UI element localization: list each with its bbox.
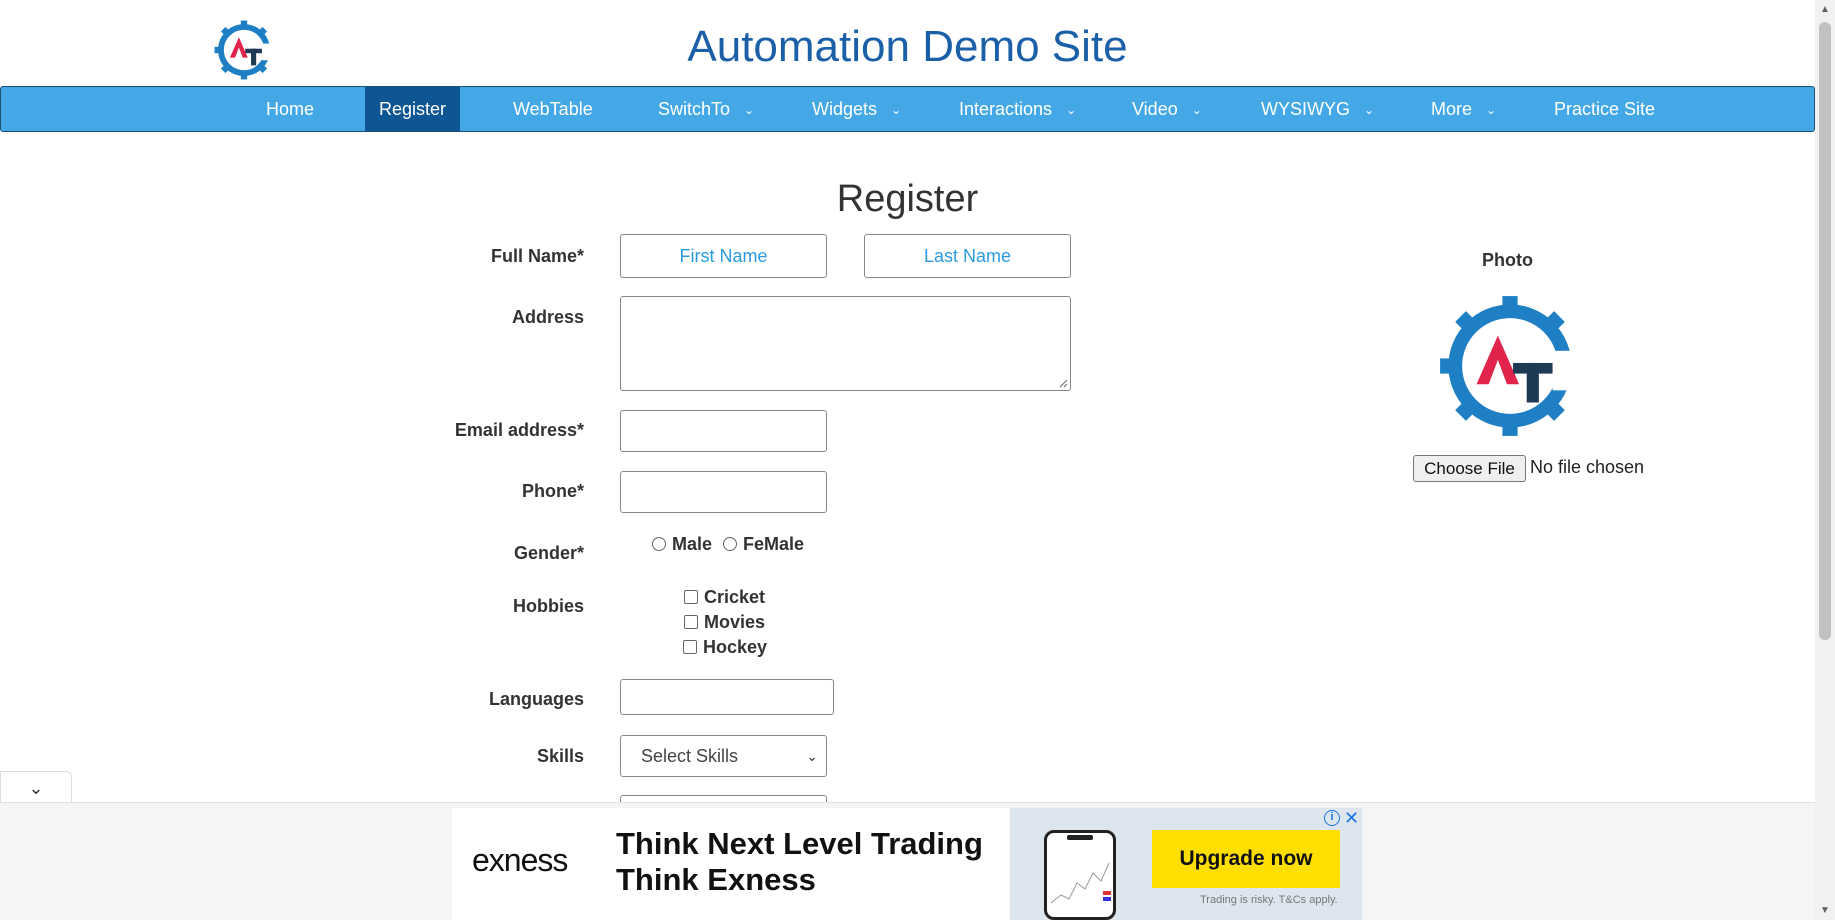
page-title: Register — [836, 178, 979, 220]
nav-wysiwyg-label: WYSIWYG — [1261, 99, 1350, 119]
nav-practice-site-label: Practice Site — [1554, 99, 1656, 119]
movies-checkbox[interactable] — [684, 615, 698, 629]
site-title: Automation Demo Site — [687, 22, 1128, 71]
nav-interactions[interactable]: Interactions ⌄ — [959, 87, 1076, 131]
scroll-up-icon[interactable]: ▲ — [1820, 4, 1830, 15]
email-label: Email address* — [454, 420, 584, 440]
chevron-down-icon: ⌄ — [1066, 103, 1077, 117]
ad-disclaimer: Trading is risky. T&Cs apply. — [1200, 894, 1338, 906]
chart-thumbnail-icon — [1050, 835, 1111, 904]
nav-wysiwyg[interactable]: WYSIWYG ⌄ — [1261, 87, 1374, 131]
vertical-scrollbar[interactable]: ▲ ▼ — [1815, 0, 1835, 920]
main-navbar: Home Register WebTable SwitchTo ⌄ Widgets… — [0, 86, 1815, 132]
ad-headline: Think Next Level Trading Think Exness — [616, 826, 983, 898]
skills-selected-value: Select Skills — [641, 746, 739, 766]
languages-label: Languages — [488, 689, 584, 709]
hobby-cricket[interactable]: Cricket — [684, 587, 765, 608]
nav-home-label: Home — [266, 99, 315, 119]
gear-logo-icon — [1440, 296, 1586, 436]
skills-label: Skills — [536, 746, 584, 766]
chevron-down-icon: ⌄ — [744, 103, 755, 117]
hobby-movies[interactable]: Movies — [684, 612, 765, 633]
nav-webtable[interactable]: WebTable — [513, 87, 593, 131]
hobby-hockey[interactable]: Hockey — [683, 637, 767, 658]
phone-field[interactable] — [620, 471, 827, 513]
cricket-label: Cricket — [704, 587, 766, 607]
ad-info-icon[interactable]: i — [1324, 810, 1340, 826]
nav-video[interactable]: Video ⌄ — [1132, 87, 1202, 131]
chevron-down-icon: ⌄ — [891, 103, 902, 117]
nav-more-label: More — [1431, 99, 1473, 119]
chevron-down-icon: ⌄ — [28, 778, 44, 798]
scroll-down-icon[interactable]: ▼ — [1820, 905, 1830, 916]
phone-image — [1044, 830, 1116, 920]
nav-webtable-label: WebTable — [513, 99, 593, 119]
chevron-down-icon: ⌄ — [1364, 103, 1375, 117]
photo-label: Photo — [1482, 250, 1533, 270]
nav-interactions-label: Interactions — [959, 99, 1053, 119]
movies-label: Movies — [704, 612, 766, 632]
hockey-checkbox[interactable] — [683, 640, 697, 654]
address-textarea[interactable] — [620, 296, 1071, 391]
upgrade-now-button[interactable]: Upgrade now — [1152, 830, 1340, 888]
scroll-thumb[interactable] — [1819, 22, 1831, 640]
gender-male-radio[interactable] — [652, 537, 666, 551]
gender-radio-group: Male FeMale — [652, 534, 804, 555]
nav-home[interactable]: Home — [266, 87, 314, 131]
choose-file-button[interactable]: Choose File — [1413, 455, 1526, 482]
ad-headline-line1: Think Next Level Trading — [616, 826, 983, 861]
ad-brand: exness — [472, 842, 568, 878]
nav-register[interactable]: Register — [365, 87, 460, 131]
skills-select[interactable]: Select Skills ⌄ — [620, 735, 827, 777]
chevron-down-icon: ⌄ — [806, 748, 818, 764]
gender-male-label: Male — [672, 534, 713, 554]
ad-banner[interactable]: exness Think Next Level Trading Think Ex… — [452, 808, 1362, 920]
hobbies-label: Hobbies — [512, 596, 584, 616]
first-name-input[interactable]: First Name — [620, 234, 827, 278]
gender-female-radio[interactable] — [723, 537, 738, 551]
hockey-label: Hockey — [703, 637, 768, 657]
nav-more[interactable]: More ⌄ — [1431, 87, 1496, 131]
languages-multiselect[interactable] — [620, 679, 834, 715]
nav-widgets[interactable]: Widgets ⌄ — [812, 87, 901, 131]
file-status: No file chosen — [1530, 457, 1645, 477]
close-icon[interactable]: ✕ — [1344, 808, 1359, 829]
full-name-label: Full Name* — [490, 246, 584, 266]
nav-register-label: Register — [378, 99, 447, 119]
chevron-down-icon: ⌄ — [1486, 103, 1497, 117]
phone-label: Phone* — [521, 481, 584, 501]
nav-practice-site[interactable]: Practice Site — [1554, 87, 1655, 131]
nav-switchto[interactable]: SwitchTo ⌄ — [658, 87, 754, 131]
resize-handle-icon[interactable] — [1058, 378, 1068, 388]
nav-widgets-label: Widgets — [812, 99, 878, 119]
address-label: Address — [511, 307, 584, 327]
nav-switchto-label: SwitchTo — [658, 99, 731, 119]
last-name-input[interactable]: Last Name — [864, 234, 1071, 278]
ad-right-panel: Upgrade now Trading is risky. T&Cs apply… — [1010, 808, 1362, 920]
ad-collapse-button[interactable]: ⌄ — [0, 771, 72, 803]
chevron-down-icon: ⌄ — [1191, 103, 1202, 117]
cricket-checkbox[interactable] — [684, 590, 698, 604]
gender-label: Gender* — [513, 543, 584, 563]
nav-video-label: Video — [1132, 99, 1178, 119]
gender-female-label: FeMale — [743, 534, 805, 554]
email-field[interactable] — [620, 410, 827, 452]
ad-headline-line2: Think Exness — [616, 862, 816, 897]
